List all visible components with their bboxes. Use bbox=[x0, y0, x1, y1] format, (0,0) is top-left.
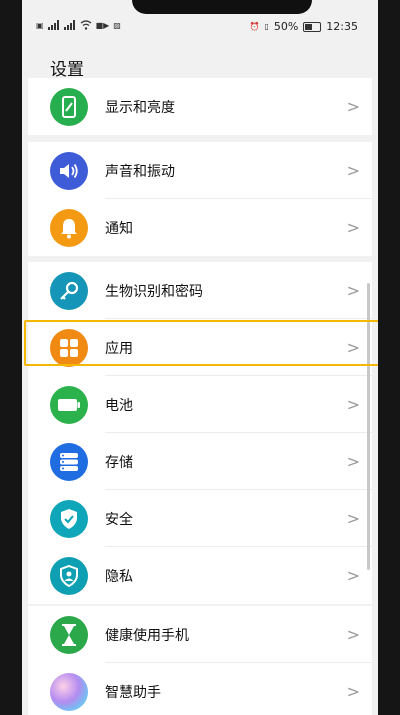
wifi-icon bbox=[80, 20, 91, 30]
settings-item-security[interactable]: 安全 > bbox=[28, 490, 372, 547]
hourglass-icon bbox=[50, 615, 88, 654]
settings-group-display: 显示和亮度 > bbox=[28, 78, 372, 135]
status-right: ⏰ ▯ 50% 12:35 bbox=[249, 20, 358, 33]
settings-item-notifications[interactable]: 通知 > bbox=[28, 199, 372, 256]
alarm-icon: ⏰ bbox=[249, 22, 260, 31]
chevron-right-icon: > bbox=[346, 566, 360, 585]
settings-item-biometrics-password[interactable]: 生物识别和密码 > bbox=[28, 262, 372, 319]
settings-item-sound-vibration[interactable]: 声音和振动 > bbox=[28, 142, 372, 199]
chevron-right-icon: > bbox=[346, 682, 360, 701]
chevron-right-icon: > bbox=[346, 97, 360, 116]
chevron-right-icon: > bbox=[346, 161, 360, 180]
settings-item-label: 生物识别和密码 bbox=[105, 283, 203, 300]
settings-item-label: 显示和亮度 bbox=[105, 99, 175, 116]
privacy-shield-icon bbox=[50, 556, 88, 595]
chevron-right-icon: > bbox=[346, 395, 360, 414]
settings-group-sound-notify: 声音和振动 > 通知 > bbox=[28, 142, 372, 256]
settings-item-label: 通知 bbox=[105, 220, 133, 237]
speaker-icon bbox=[50, 151, 88, 190]
settings-item-label: 存储 bbox=[105, 454, 133, 471]
chevron-right-icon: > bbox=[346, 625, 360, 644]
settings-item-label: 安全 bbox=[105, 511, 133, 528]
bell-icon bbox=[50, 208, 88, 247]
settings-screen: ▣ ■▶ ▨ ⏰ ▯ 50% 12:35 设置 显示和亮度 > 声音和振动 > … bbox=[22, 0, 378, 715]
settings-item-battery[interactable]: 电池 > bbox=[28, 376, 372, 433]
image-icon: ▨ bbox=[113, 20, 121, 30]
sim-icon: ▣ bbox=[36, 20, 44, 30]
display-brightness-icon bbox=[50, 87, 88, 126]
settings-item-digital-balance[interactable]: 健康使用手机 > bbox=[28, 606, 372, 663]
settings-group-system: 生物识别和密码 > 应用 > 电池 > 存储 > 安全 > 隐私 > bbox=[28, 262, 372, 604]
settings-item-label: 电池 bbox=[105, 397, 133, 414]
key-icon bbox=[50, 271, 88, 310]
settings-item-privacy[interactable]: 隐私 > bbox=[28, 547, 372, 604]
assistant-orb-icon bbox=[50, 672, 88, 711]
chevron-right-icon: > bbox=[346, 281, 360, 300]
chevron-right-icon: > bbox=[346, 509, 360, 528]
settings-item-smart-assistant[interactable]: 智慧助手 > bbox=[28, 663, 372, 715]
camera-icon: ■▶ bbox=[95, 20, 110, 30]
battery-icon bbox=[50, 385, 88, 424]
signal-icon bbox=[47, 20, 59, 30]
settings-item-storage[interactable]: 存储 > bbox=[28, 433, 372, 490]
phone-notch bbox=[132, 0, 312, 14]
signal-icon-2 bbox=[63, 20, 75, 30]
storage-icon bbox=[50, 442, 88, 481]
settings-item-label: 智慧助手 bbox=[105, 684, 161, 701]
highlight-frame bbox=[24, 320, 378, 366]
settings-item-label: 健康使用手机 bbox=[105, 627, 189, 644]
chevron-right-icon: > bbox=[346, 452, 360, 471]
shield-check-icon bbox=[50, 499, 88, 538]
settings-group-wellbeing: 健康使用手机 > 智慧助手 > bbox=[28, 606, 372, 715]
phone-bezel-right bbox=[378, 0, 400, 715]
battery-percent: 50% bbox=[273, 20, 299, 33]
page-title: 设置 bbox=[50, 60, 84, 80]
settings-item-label: 隐私 bbox=[105, 568, 133, 585]
chevron-right-icon: > bbox=[346, 218, 360, 237]
status-bar: ▣ ■▶ ▨ ⏰ ▯ 50% 12:35 bbox=[22, 18, 378, 40]
settings-item-label: 声音和振动 bbox=[105, 163, 175, 180]
settings-item-display-brightness[interactable]: 显示和亮度 > bbox=[28, 78, 372, 135]
battery-status-icon bbox=[303, 21, 322, 32]
status-left: ▣ ■▶ ▨ bbox=[36, 20, 121, 30]
vibrate-icon: ▯ bbox=[264, 22, 269, 31]
phone-bezel-left bbox=[0, 0, 22, 715]
status-time: 12:35 bbox=[326, 20, 358, 33]
